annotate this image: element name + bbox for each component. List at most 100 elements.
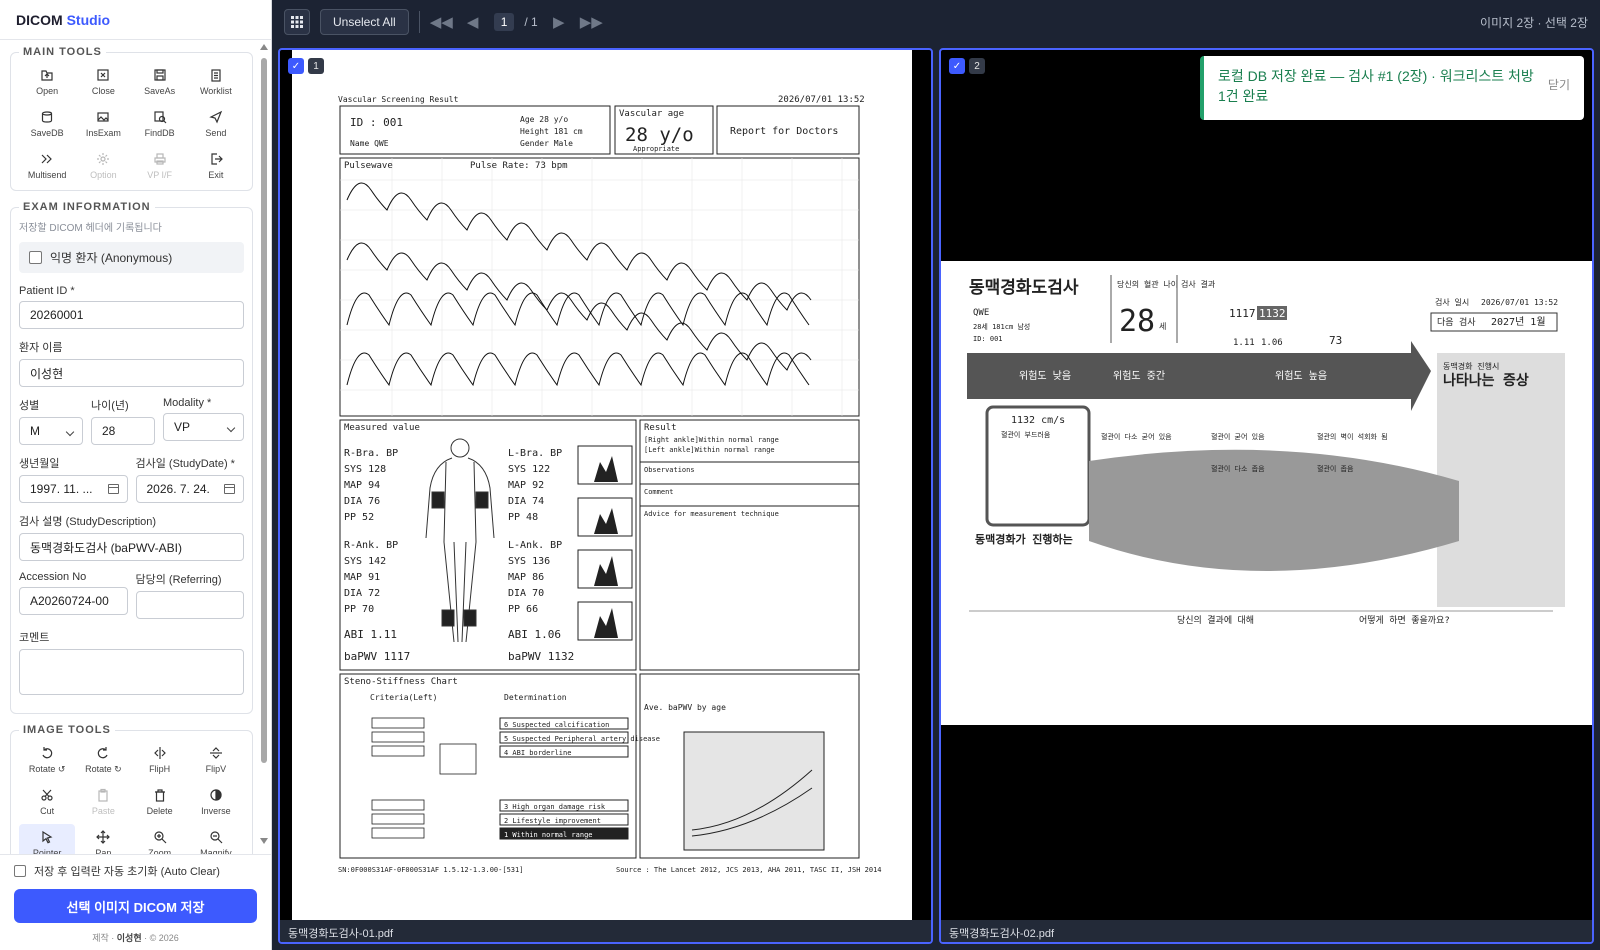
last-page-icon[interactable]: ▶▶ [580, 13, 603, 31]
report-page-arteriosclerosis: 동맥경화도검사 QWE 28세 181cm 남성 ID: 001 당신의 혈관 … [941, 261, 1592, 725]
gear-icon [97, 153, 110, 165]
tool-label: Cut [40, 806, 55, 816]
tool-label: Pointer [32, 848, 62, 854]
tool-pan-button[interactable]: Pan [75, 824, 131, 854]
next-page-icon[interactable]: ▶ [548, 13, 570, 31]
image-pane-1[interactable]: Vascular Screening Result 2026/07/01 13:… [278, 48, 933, 944]
tool-send-button[interactable]: Send [188, 104, 244, 140]
vascular-age-value: 28 y/o [625, 124, 694, 146]
tool-magnify-button[interactable]: Magnify [188, 824, 244, 854]
clipboard-icon [211, 69, 221, 82]
tool-finddb-button[interactable]: FindDB [132, 104, 188, 140]
select-checkbox-1[interactable]: ✓ [288, 58, 304, 74]
auto-clear-toggle[interactable]: 저장 후 입력란 자동 초기화 (Auto Clear) [14, 863, 257, 879]
comment-textarea[interactable] [19, 649, 244, 695]
save-dicom-button[interactable]: 선택 이미지 DICOM 저장 [14, 889, 257, 923]
grid-view-button[interactable] [284, 9, 310, 35]
tool-option-button[interactable]: Option [75, 146, 131, 182]
report2-age-unit: 세 [1159, 322, 1166, 331]
exam-info-hint: 저장할 DICOM 헤더에 기록됩니다 [19, 223, 162, 234]
sex-select[interactable]: M [19, 417, 83, 445]
what-to-do-label: 어떻게 하면 좋을까요? [1359, 615, 1450, 626]
scrollbar-thumb[interactable] [261, 58, 267, 763]
tool-zoom-button[interactable]: Zoom [132, 824, 188, 854]
ave-bapwv-title: Ave. baPWV by age [644, 703, 726, 712]
study-date-label: 검사일 (StudyDate) * [135, 458, 235, 470]
first-page-icon[interactable]: ◀◀ [430, 13, 453, 31]
viewer-toolbar: Unselect All ◀◀ ◀ 1 / 1 ▶ ▶▶ 이미지 2장 · 선택… [272, 0, 1600, 44]
anonymous-checkbox[interactable] [29, 251, 42, 264]
rankVals-row: DIA 72 [344, 588, 380, 599]
age-input[interactable]: 28 [91, 417, 155, 445]
modality-select[interactable]: VP [163, 413, 244, 441]
unselect-all-button[interactable]: Unselect All [320, 9, 409, 35]
tool-pointer-button[interactable]: Pointer [19, 824, 76, 854]
image-pane-2[interactable]: 동맥경화도검사 QWE 28세 181cm 남성 ID: 001 당신의 혈관 … [939, 48, 1594, 944]
risk-mid: 위험도 중간 [1113, 369, 1165, 382]
calendar-icon[interactable] [224, 484, 235, 494]
report2-patient-id: ID: 001 [973, 335, 1003, 343]
save-icon [154, 69, 166, 81]
lankVals-row: PP 66 [508, 604, 538, 615]
tool-cut-button[interactable]: Cut [19, 782, 75, 818]
save-success-toast: 로컬 DB 저장 완료 — 검사 #1 (2장) · 워크리스트 처방 1건 완… [1200, 56, 1584, 120]
referring-input[interactable] [135, 591, 244, 619]
lbraVals-row: DIA 74 [508, 496, 544, 507]
report2-abi-left: 1.06 [1261, 338, 1283, 348]
select-checkbox-2[interactable]: ✓ [949, 58, 965, 74]
stage-4: 혈관이 다소 좁음 [1211, 464, 1265, 473]
grid-icon [291, 16, 303, 28]
birth-label: 생년월일 [19, 458, 60, 470]
tool-saveas-button[interactable]: SaveAs [132, 62, 188, 98]
anonymous-toggle[interactable]: 익명 환자 (Anonymous) [19, 242, 244, 273]
birth-date-input[interactable]: 1997. 11. ... [19, 475, 128, 503]
tool-rotate-button[interactable]: Rotate ↺ [19, 740, 75, 776]
tool-open-button[interactable]: Open [19, 62, 75, 98]
calendar-icon[interactable] [107, 484, 119, 494]
determination-label: 5 Suspected Peripheral artery disease [504, 735, 660, 743]
report2-age: 28 [1119, 304, 1155, 339]
tool-label: Worklist [199, 86, 232, 96]
tool-flipv-button[interactable]: FlipV [188, 740, 244, 776]
sidebar-scrollbar[interactable] [259, 44, 269, 844]
tool-label: VP I/F [147, 170, 173, 180]
determination-label: Determination [504, 693, 567, 702]
tool-fliph-button[interactable]: FlipH [132, 740, 188, 776]
tool-insexam-button[interactable]: InsExam [75, 104, 131, 140]
tool-close-button[interactable]: Close [75, 62, 131, 98]
tool-label: Delete [146, 806, 173, 816]
sidebar-scroll-area[interactable]: MAIN TOOLS Open Close SaveAs Worklist SaveDB… [0, 40, 271, 854]
determination-label: 1 Within normal range [504, 831, 593, 839]
patient-name-input[interactable]: 이성현 [19, 359, 244, 387]
search-db-icon [154, 111, 167, 124]
bapwv-left: baPWV 1132 [508, 650, 574, 663]
tool-exit-button[interactable]: Exit [188, 146, 244, 182]
tool-paste-button[interactable]: Paste [75, 782, 131, 818]
study-date-input[interactable]: 2026. 7. 24. [135, 475, 244, 503]
stage-2: 혈관이 다소 굳어 있음 [1101, 432, 1172, 441]
patient-id-input[interactable]: 20260001 [19, 301, 244, 329]
tool-multisend-button[interactable]: Multisend [19, 146, 75, 182]
tool-label: Open [36, 86, 59, 96]
tool-label: Close [91, 86, 115, 96]
risk-high: 위험도 높음 [1275, 369, 1327, 382]
auto-clear-checkbox[interactable] [14, 865, 26, 877]
tool-savedb-button[interactable]: SaveDB [19, 104, 75, 140]
app-title: DICOM Studio [0, 0, 271, 40]
scroll-up-arrow[interactable] [260, 44, 268, 50]
tool-vp-i-f-button[interactable]: VP I/F [132, 146, 188, 182]
study-desc-input[interactable]: 동맥경화도검사 (baPWV-ABI) [19, 533, 244, 561]
tool-inverse-button[interactable]: Inverse [188, 782, 244, 818]
report2-results-label: 검사 결과 [1181, 279, 1216, 289]
page-current[interactable]: 1 [493, 13, 515, 31]
scroll-down-arrow[interactable] [260, 838, 268, 844]
toast-close-button[interactable]: 닫기 [1548, 76, 1570, 93]
tool-delete-button[interactable]: Delete [132, 782, 188, 818]
accession-input[interactable]: A20260724-00 [19, 587, 128, 615]
tool-rotate-button[interactable]: Rotate ↻ [75, 740, 131, 776]
tool-worklist-button[interactable]: Worklist [188, 62, 244, 98]
pulse-waveforms [346, 182, 812, 387]
toast-message: 로컬 DB 저장 완료 — 검사 #1 (2장) · 워크리스트 처방 1건 완… [1218, 68, 1534, 104]
prev-page-icon[interactable]: ◀ [462, 13, 484, 31]
report2-abi-right: 1.11 [1233, 338, 1255, 348]
